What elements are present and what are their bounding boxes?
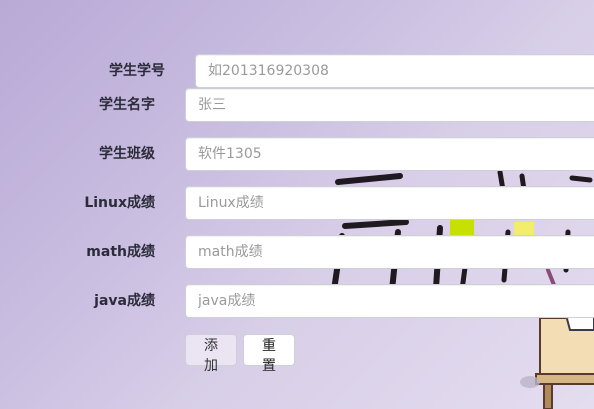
student-id-label: 学生学号	[109, 63, 165, 79]
reset-button[interactable]: 重置	[243, 334, 295, 374]
linux-score-label: Linux成绩	[84, 195, 155, 211]
row-student-id: 学生学号	[0, 54, 165, 88]
linux-score-input[interactable]	[185, 186, 594, 220]
row-student-name: 学生名字	[0, 88, 155, 122]
java-score-label: java成绩	[94, 293, 155, 309]
java-score-input[interactable]	[185, 284, 594, 318]
row-java-score: java成绩	[0, 284, 155, 318]
add-button[interactable]: 添加	[185, 334, 237, 374]
math-score-input[interactable]	[185, 235, 594, 269]
row-linux-score: Linux成绩	[0, 186, 155, 220]
student-name-label: 学生名字	[99, 97, 155, 113]
row-math-score: math成绩	[0, 235, 155, 269]
math-score-label: math成绩	[86, 244, 155, 260]
student-class-label: 学生班级	[99, 146, 155, 162]
student-id-input[interactable]	[195, 54, 594, 88]
student-class-input[interactable]	[185, 137, 594, 171]
row-student-class: 学生班级	[0, 137, 155, 171]
student-name-input[interactable]	[185, 88, 594, 122]
